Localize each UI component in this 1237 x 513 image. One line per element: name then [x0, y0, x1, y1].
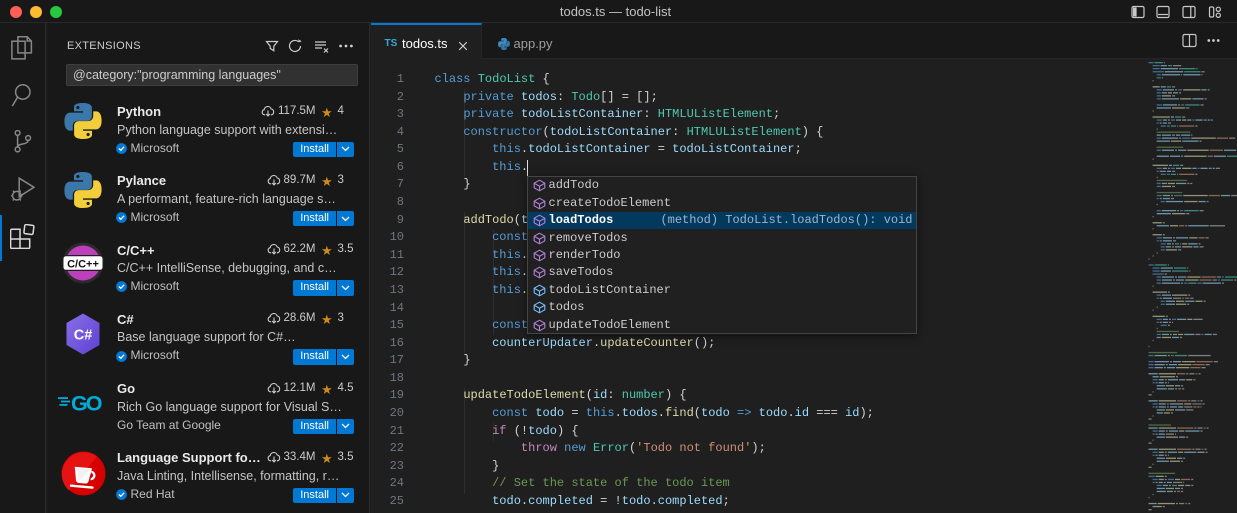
svg-text:GO: GO — [71, 392, 102, 416]
svg-text:C#: C# — [74, 327, 93, 343]
svg-text:C/C++: C/C++ — [67, 258, 99, 270]
